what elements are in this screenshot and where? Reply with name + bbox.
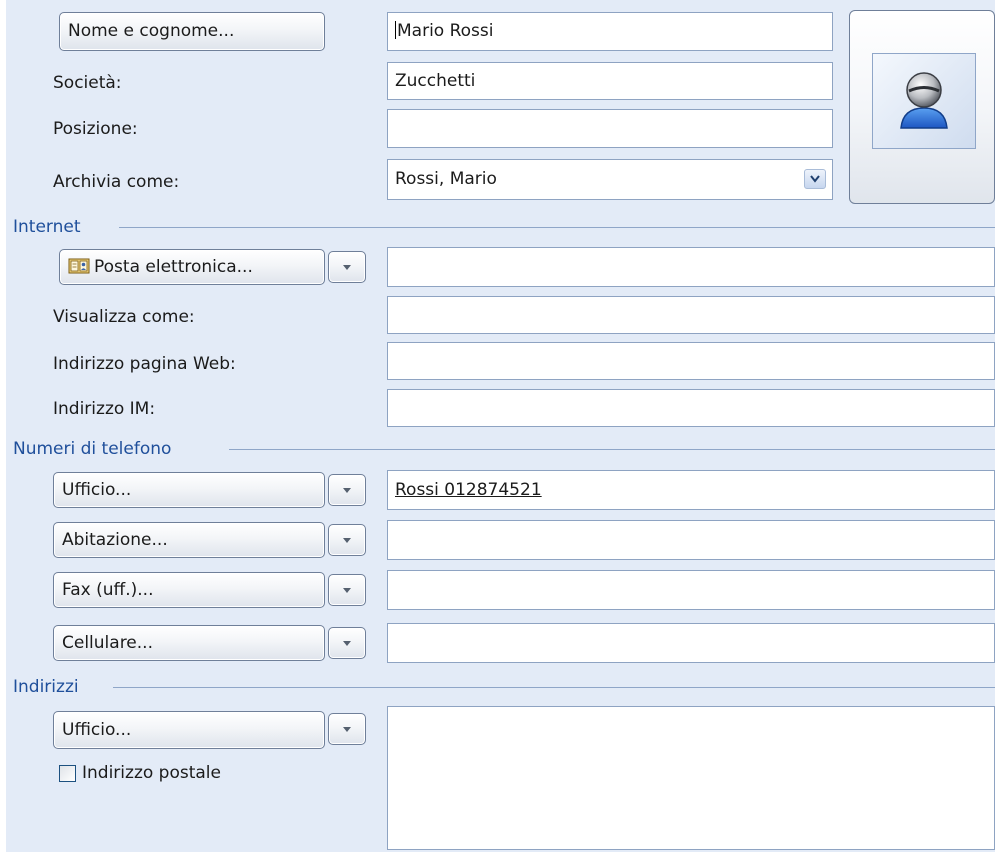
email-button-label: Posta elettronica... <box>94 257 253 277</box>
contact-photo-button[interactable] <box>849 10 995 204</box>
phone-home-button[interactable]: Abitazione... <box>53 522 325 558</box>
phone-mobile-dropdown[interactable] <box>328 627 366 659</box>
phone-mobile-button[interactable]: Cellulare... <box>53 625 325 661</box>
company-field[interactable]: Zucchetti <box>387 62 833 100</box>
file-as-combobox[interactable]: Rossi, Mario <box>387 159 833 200</box>
full-name-button[interactable]: Nome e cognome... <box>59 12 325 51</box>
full-name-value: Mario Rossi <box>397 21 494 41</box>
company-label: Società: <box>53 73 122 93</box>
mailing-address-label: Indirizzo postale <box>82 763 221 783</box>
file-as-value: Rossi, Mario <box>395 169 497 189</box>
web-page-field[interactable] <box>387 342 995 380</box>
chevron-down-icon <box>343 488 351 493</box>
address-book-icon <box>68 258 90 274</box>
phone-business-dropdown[interactable] <box>328 474 366 506</box>
chevron-down-icon[interactable] <box>804 169 826 189</box>
section-divider <box>229 449 995 450</box>
internet-section-title: Internet <box>13 217 81 237</box>
email-button[interactable]: Posta elettronica... <box>59 249 325 285</box>
phone-business-button[interactable]: Ufficio... <box>53 472 325 508</box>
display-as-label: Visualizza come: <box>53 307 195 327</box>
position-label: Posizione: <box>53 119 138 139</box>
display-as-field[interactable] <box>387 296 995 334</box>
contact-person-icon <box>900 72 948 129</box>
phone-home-dropdown[interactable] <box>328 524 366 556</box>
phone-business-field[interactable]: Rossi 012874521 <box>387 470 995 510</box>
phone-section-title: Numeri di telefono <box>13 439 172 459</box>
chevron-down-icon <box>343 538 351 543</box>
file-as-label: Archivia come: <box>53 172 180 192</box>
phone-fax-button[interactable]: Fax (uff.)... <box>53 572 325 608</box>
text-cursor <box>395 21 396 39</box>
chevron-down-icon <box>343 727 351 732</box>
address-type-dropdown[interactable] <box>328 713 366 745</box>
phone-mobile-field[interactable] <box>387 623 995 663</box>
im-address-field[interactable] <box>387 389 995 427</box>
address-textarea[interactable] <box>387 706 995 850</box>
web-page-label: Indirizzo pagina Web: <box>53 354 236 374</box>
photo-frame <box>872 53 976 149</box>
chevron-down-icon <box>343 641 351 646</box>
position-field[interactable] <box>387 109 833 148</box>
im-address-label: Indirizzo IM: <box>53 399 156 419</box>
section-divider <box>113 687 995 688</box>
addresses-section-title: Indirizzi <box>13 677 79 697</box>
phone-fax-dropdown[interactable] <box>328 574 366 606</box>
full-name-field[interactable]: Mario Rossi <box>387 12 833 51</box>
section-divider <box>119 227 995 228</box>
email-field[interactable] <box>387 247 995 287</box>
phone-fax-field[interactable] <box>387 570 995 610</box>
mailing-address-checkbox[interactable] <box>59 765 76 782</box>
email-type-dropdown[interactable] <box>328 251 366 283</box>
contact-form-panel: Nome e cognome... Mario Rossi Società: Z… <box>6 0 995 852</box>
address-business-button[interactable]: Ufficio... <box>53 711 325 749</box>
phone-home-field[interactable] <box>387 520 995 560</box>
chevron-down-icon <box>343 588 351 593</box>
chevron-down-icon <box>343 265 351 270</box>
